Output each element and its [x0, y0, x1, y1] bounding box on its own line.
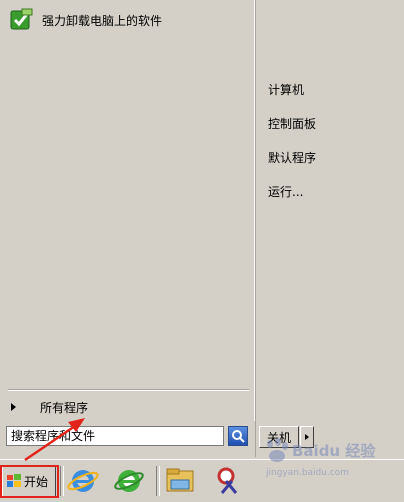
start-menu-left-pane: 强力卸载电脑上的软件 所有程序: [0, 0, 255, 421]
pinned-item-label: 强力卸载电脑上的软件: [42, 13, 163, 28]
expand-arrow-icon: [11, 403, 16, 411]
file-explorer-icon[interactable]: [163, 465, 197, 497]
place-item-computer[interactable]: 计算机: [268, 81, 304, 98]
pinned-item-uninstaller[interactable]: 强力卸载电脑上的软件: [8, 6, 248, 34]
snipping-tool-icon[interactable]: [212, 465, 246, 497]
shutdown-options-button[interactable]: [300, 426, 314, 448]
search-button[interactable]: [228, 426, 248, 446]
uninstaller-app-icon: [10, 8, 33, 30]
start-button-label: 开始: [24, 474, 49, 489]
shutdown-button[interactable]: 关机: [259, 426, 299, 448]
place-item-run[interactable]: 运行...: [268, 183, 303, 200]
search-icon: [232, 430, 245, 443]
all-programs-label: 所有程序: [40, 400, 89, 415]
menu-separator: [8, 389, 249, 391]
all-programs-button[interactable]: 所有程序: [8, 397, 248, 417]
start-menu: 强力卸载电脑上的软件 所有程序 计算机 控制面板 默认程序 运行... 关机: [0, 0, 404, 457]
search-input[interactable]: [11, 429, 211, 443]
place-item-control-panel[interactable]: 控制面板: [268, 115, 316, 132]
search-row: [0, 421, 254, 457]
taskbar-separator: [60, 466, 64, 496]
start-menu-right-pane: 计算机 控制面板 默认程序 运行...: [255, 0, 404, 457]
windows-logo-icon: [7, 474, 21, 487]
internet-explorer-icon[interactable]: [66, 465, 100, 497]
place-item-default-programs[interactable]: 默认程序: [268, 149, 316, 166]
taskbar: 开始: [0, 459, 404, 502]
start-button[interactable]: 开始: [2, 465, 56, 497]
taskbar-separator: [156, 466, 160, 496]
green-browser-icon[interactable]: [112, 465, 146, 497]
arrow-right-icon: [305, 434, 309, 440]
search-box[interactable]: [6, 426, 224, 446]
